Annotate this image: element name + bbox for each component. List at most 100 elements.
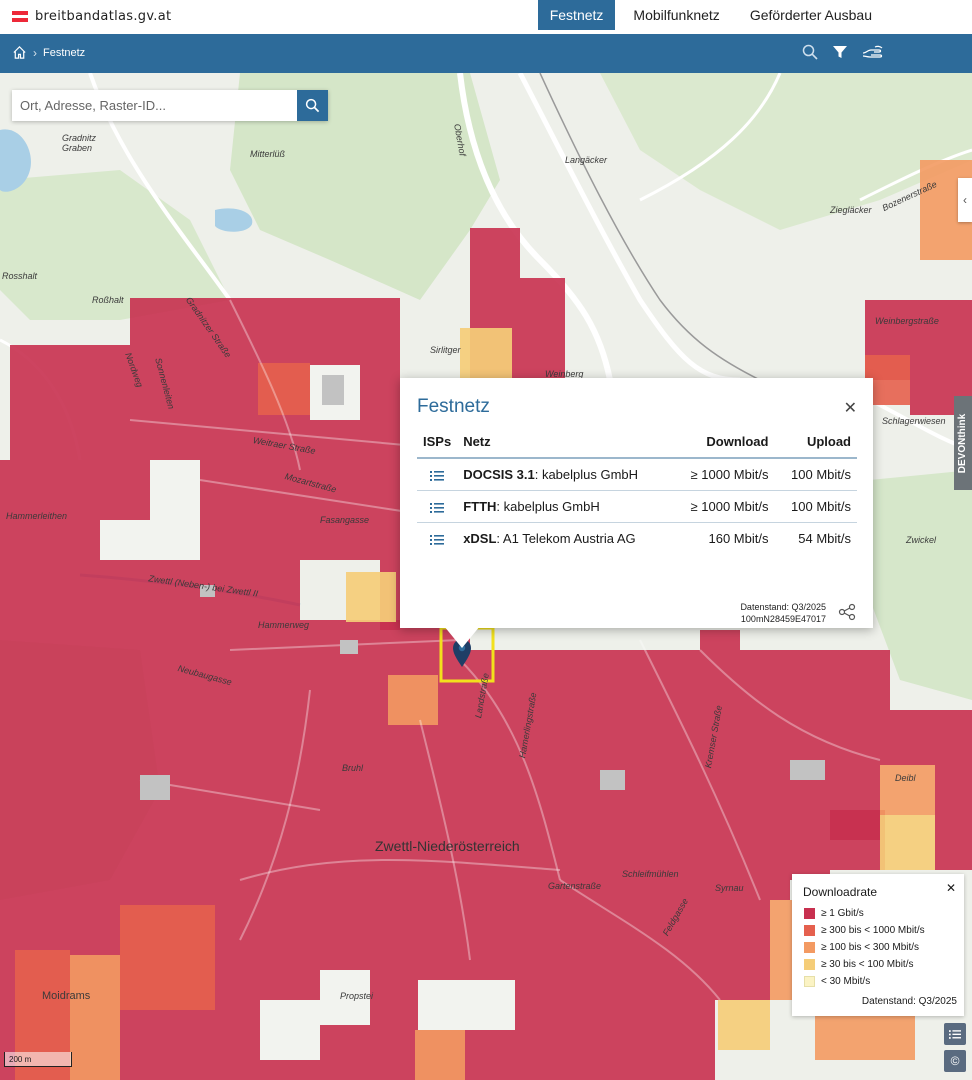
technology-name: DOCSIS 3.1 [463, 467, 535, 482]
map-label: Rosshalt [2, 271, 38, 281]
network-cell: DOCSIS 3.1: kabelplus GmbH [457, 458, 672, 491]
chevron-left-icon: ‹ [963, 193, 967, 207]
legend-label: < 30 Mbit/s [821, 976, 871, 987]
sub-header: › Festnetz [0, 34, 972, 73]
austria-flag-icon [12, 11, 28, 23]
legend-label: ≥ 300 bis < 1000 Mbit/s [821, 925, 925, 936]
legend-swatch [804, 908, 815, 919]
download-cell: ≥ 1000 Mbit/s [671, 458, 775, 491]
download-cell: 160 Mbit/s [708, 531, 769, 546]
map-label: Deibl [895, 773, 916, 783]
legend-datenstand: Datenstand: Q3/2025 [861, 996, 957, 1007]
map-label: Sirlitger [430, 345, 461, 355]
tab-mobilfunknetz[interactable]: Mobilfunknetz [621, 0, 731, 30]
upload-cell: 100 Mbit/s [774, 458, 857, 491]
table-row: xDSL: A1 Telekom Austria AG 160 Mbit/s 5… [417, 523, 857, 555]
map-label: Hammerleithen [6, 511, 68, 521]
map-label: Gradnitz Graben [62, 133, 97, 153]
search-icon[interactable] [802, 44, 818, 60]
tab-festnetz[interactable]: Festnetz [537, 0, 616, 30]
column-header-netz: Netz [457, 430, 672, 459]
technology-name: xDSL [463, 531, 497, 546]
map-label: Propstei [340, 991, 374, 1001]
legend-label: ≥ 30 bis < 100 Mbit/s [821, 959, 914, 970]
legend-swatch [804, 959, 815, 970]
raster-id: 100mN28459E47017 [740, 614, 826, 624]
info-popup: Festnetz ✕ ISPs Netz Download Upload DOC… [400, 378, 873, 648]
share-icon[interactable] [838, 603, 856, 621]
flag-stripe-bottom [12, 18, 28, 23]
legend-swatch [804, 942, 815, 953]
list-icon[interactable] [430, 470, 445, 482]
network-cell: FTTH: kabelplus GmbH [457, 490, 672, 523]
scale-bar: 200 m [4, 1052, 72, 1067]
network-cell: xDSL: A1 Telekom Austria AG [457, 523, 671, 555]
list-icon[interactable] [430, 502, 445, 514]
side-panel-toggle[interactable]: ‹ [958, 178, 972, 222]
column-header-upload: Upload [774, 430, 857, 459]
breadcrumb: › Festnetz [12, 45, 85, 60]
close-icon[interactable]: ✕ [844, 398, 857, 418]
popup-datenstand: Datenstand: Q3/2025 [740, 602, 826, 612]
breadcrumb-current: Festnetz [43, 46, 86, 59]
legend-swatch [804, 976, 815, 987]
search-button[interactable] [297, 90, 328, 121]
provider-name: : A1 Telekom Austria AG [496, 531, 636, 546]
legend-item: ≥ 100 bis < 300 Mbit/s [804, 942, 919, 953]
map-label: Weinbergstraße [875, 316, 939, 326]
map-label: Moidrams [42, 990, 91, 1002]
popup-footer: Datenstand: Q3/2025 100mN28459E47017 [740, 601, 826, 625]
map-label: Schlagerwiesen [882, 416, 946, 426]
copyright-button[interactable]: © [944, 1050, 966, 1072]
close-icon[interactable]: ✕ [946, 881, 956, 895]
legend-item: ≥ 1 Gbit/s [804, 908, 864, 919]
tab-gefoerderter-ausbau[interactable]: Geförderter Ausbau [738, 0, 884, 30]
provider-name: : kabelplus GmbH [496, 499, 600, 514]
search-box [12, 90, 328, 121]
table-row: FTTH: kabelplus GmbH ≥ 1000 Mbit/s 100 M… [417, 490, 857, 523]
table-row: DOCSIS 3.1: kabelplus GmbH ≥ 1000 Mbit/s… [417, 458, 857, 491]
logo-text: breitbandatlas.gv.at [35, 9, 172, 24]
devonthink-tab[interactable]: DEVONthink [954, 396, 972, 490]
list-icon[interactable] [430, 534, 445, 546]
network-table: ISPs Netz Download Upload DOCSIS 3.1: ka… [417, 430, 857, 554]
map-label: Schleifmühlen [622, 869, 679, 879]
hand-icon[interactable] [862, 44, 884, 60]
map-label: Langäcker [565, 155, 608, 165]
technology-name: FTTH [463, 499, 497, 514]
breadcrumb-separator-icon: › [33, 45, 37, 60]
map-label: Syrnau [715, 883, 744, 893]
legend-item: ≥ 300 bis < 1000 Mbit/s [804, 925, 925, 936]
main-nav-tabs: Festnetz Mobilfunknetz Geförderter Ausba… [532, 0, 884, 30]
legend-item: < 30 Mbit/s [804, 976, 870, 987]
devonthink-label: DEVONthink [957, 413, 969, 473]
popup-title: Festnetz [417, 396, 490, 417]
table-header-row: ISPs Netz Download Upload [417, 430, 857, 459]
map-label: Roßhalt [92, 295, 124, 305]
filter-icon[interactable] [832, 44, 848, 60]
site-logo[interactable]: breitbandatlas.gv.at [12, 9, 171, 24]
layer-list-button[interactable] [944, 1023, 966, 1045]
search-input[interactable] [12, 90, 297, 121]
download-cell: ≥ 1000 Mbit/s [671, 490, 775, 523]
column-header-download: Download [671, 430, 775, 459]
map-label: Mitterlüß [250, 149, 286, 159]
header-tools [802, 44, 884, 60]
search-icon [305, 98, 320, 113]
home-icon[interactable] [12, 45, 27, 60]
legend-label: ≥ 1 Gbit/s [821, 908, 864, 919]
upload-cell: 100 Mbit/s [774, 490, 857, 523]
provider-name: : kabelplus GmbH [534, 467, 639, 482]
copyright-icon: © [950, 1054, 960, 1068]
legend-title: Downloadrate [803, 885, 878, 899]
map-label: Fasangasse [320, 515, 370, 525]
list-icon [949, 1029, 961, 1039]
legend-panel: Downloadrate ✕ ≥ 1 Gbit/s ≥ 300 bis < 10… [792, 874, 964, 1016]
map-label: Bruhl [342, 763, 364, 773]
map-label: Hammerweg [258, 620, 310, 630]
popup-pointer [444, 626, 480, 648]
scale-label: 200 m [9, 1055, 32, 1064]
map-label: Zwickel [906, 535, 937, 545]
legend-swatch [804, 925, 815, 936]
legend-item: ≥ 30 bis < 100 Mbit/s [804, 959, 913, 970]
